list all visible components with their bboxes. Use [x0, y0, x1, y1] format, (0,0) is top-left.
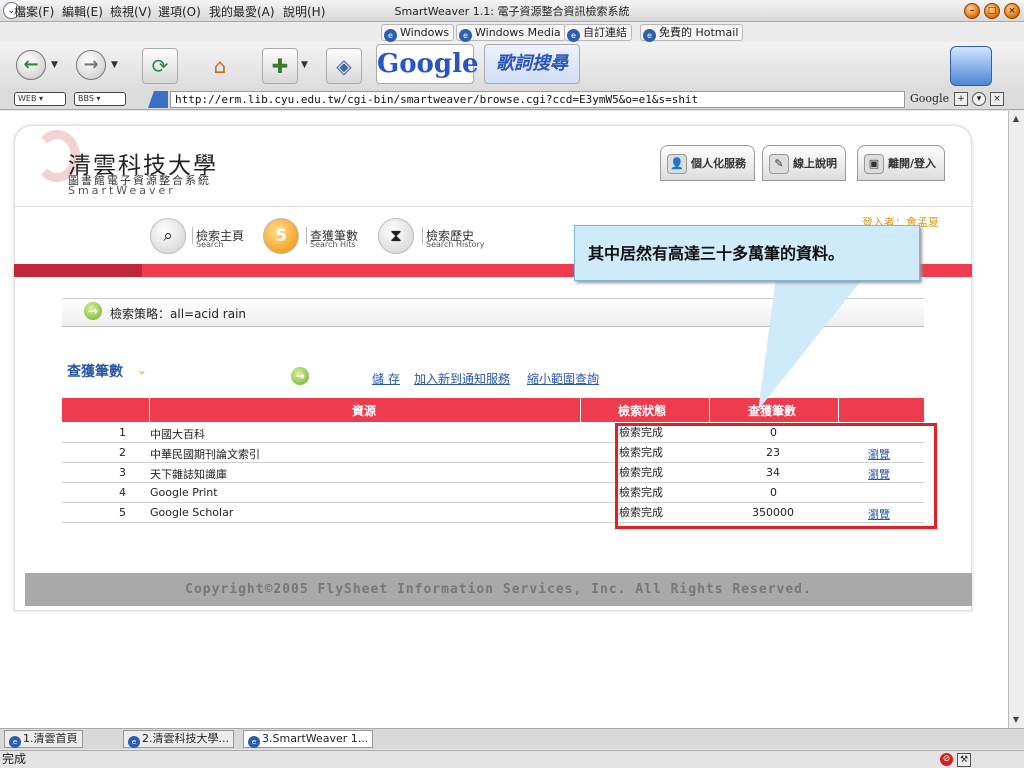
row-source: 中華民國期刊論文索引: [150, 448, 260, 461]
window-title: SmartWeaver 1.1: 電子資源整合資訊檢索系統: [394, 5, 630, 18]
col-hits: 查獲筆數: [748, 404, 797, 418]
header-divider: [149, 398, 150, 422]
arrow-right-icon: →: [84, 302, 102, 320]
search-icon[interactable]: ⌕: [150, 218, 186, 254]
ie-icon: e: [384, 29, 397, 42]
browser-logo-icon: [950, 46, 992, 86]
menu-help[interactable]: 說明(H): [283, 3, 325, 20]
tab-1[interactable]: e 1.清雲首頁: [4, 730, 83, 748]
home-button[interactable]: ⌂: [202, 48, 238, 84]
bookmark-custom-links[interactable]: e 自訂連結: [564, 24, 632, 42]
row-source: Google Print: [150, 486, 218, 499]
add-notification-link[interactable]: 加入新到通知服務: [414, 370, 510, 387]
hits-heading: 查獲筆數: [67, 364, 123, 380]
row-number: 5: [119, 506, 126, 519]
narrow-search-link[interactable]: 縮小範圍查詢: [527, 370, 599, 387]
row-number: 3: [119, 466, 126, 479]
close-button[interactable]: ×: [1004, 3, 1020, 19]
search-options-icon[interactable]: +: [954, 92, 968, 106]
row-source: 天下雜誌知識庫: [150, 468, 227, 481]
web-dropdown[interactable]: WEB ▾: [14, 92, 66, 106]
chevron-down-icon: ⌄: [137, 363, 148, 377]
lyrics-search-button[interactable]: 歌詞搜尋: [484, 44, 580, 84]
highlight-box: [615, 423, 937, 529]
row-source: 中國大百科: [150, 428, 205, 441]
col-source: 資源: [352, 404, 377, 418]
search-strategy-text: 檢索策略：all=acid rain: [110, 307, 247, 321]
forward-button[interactable]: →: [76, 50, 106, 80]
google-button[interactable]: Google: [376, 44, 479, 84]
bookmarks-button[interactable]: ✚: [262, 48, 298, 84]
hits-icon[interactable]: 5: [263, 218, 299, 254]
tab-3[interactable]: e 3.SmartWeaver 1...: [243, 730, 374, 748]
save-link[interactable]: 儲 存: [372, 370, 400, 387]
search-engine-label[interactable]: Google: [910, 92, 949, 105]
menu-file[interactable]: 檔案(F): [14, 3, 54, 20]
arrow-right-icon: →: [291, 367, 309, 385]
ie-icon: e: [567, 29, 580, 42]
forward-dropdown-icon[interactable]: ▼: [111, 60, 118, 70]
row-source: Google Scholar: [150, 506, 234, 519]
search-dropdown-icon[interactable]: ▾: [972, 92, 986, 106]
copyright-footer: Copyright©2005 FlySheet Information Serv…: [25, 573, 972, 606]
tools-icon[interactable]: ⚒: [957, 753, 971, 767]
url-input[interactable]: http://erm.lib.cyu.edu.tw/cgi-bin/smartw…: [170, 91, 905, 108]
online-help-tab[interactable]: ✎ 線上說明: [762, 145, 846, 181]
scroll-up-icon[interactable]: ▲: [1010, 113, 1022, 125]
bookmark-windows[interactable]: e Windows: [381, 24, 455, 42]
maximize-button[interactable]: □: [984, 3, 1000, 19]
table-header: 資源 檢索狀態 查獲筆數: [62, 398, 924, 422]
menu-options[interactable]: 選項(O): [158, 3, 201, 20]
row-number: 2: [119, 446, 126, 459]
nav-search-hits-sub: Search Hits: [310, 240, 356, 249]
history-icon[interactable]: ⧗: [378, 218, 414, 254]
status-text: 完成: [2, 752, 27, 766]
personalized-service-tab[interactable]: 👤 個人化服務: [660, 145, 755, 181]
reload-button[interactable]: ⟳: [142, 48, 178, 84]
callout-text: 其中居然有高達三十多萬筆的資料。: [588, 244, 845, 263]
nav-search-history-sub: Search History: [426, 240, 485, 249]
bookmarks-dropdown-icon[interactable]: ▼: [301, 60, 308, 70]
nav-divider: [14, 206, 972, 207]
red-divider-accent: [14, 264, 142, 277]
back-button[interactable]: ←: [16, 50, 46, 80]
site-brand: SmartWeaver: [68, 184, 176, 197]
header-divider: [838, 398, 839, 422]
ie-icon: e: [248, 736, 260, 748]
menu-view[interactable]: 檢視(V): [110, 3, 152, 20]
tab-2[interactable]: e 2.清雲科技大學...: [123, 730, 234, 748]
back-dropdown-icon[interactable]: ▼: [51, 60, 58, 70]
gift-icon: ▣: [864, 154, 884, 174]
menu-favorites[interactable]: 我的最愛(A): [209, 3, 275, 20]
bookmark-windows-media[interactable]: e Windows Media: [456, 24, 566, 42]
header-divider: [709, 398, 710, 422]
minimize-button[interactable]: –: [964, 3, 980, 19]
col-status: 檢索狀態: [618, 404, 667, 418]
logout-login-tab[interactable]: ▣ 離開/登入: [857, 145, 946, 181]
nav-search-home-sub: Search: [196, 240, 224, 249]
vertical-scrollbar[interactable]: [1008, 111, 1024, 728]
content-card: [14, 125, 972, 611]
row-number: 4: [119, 486, 126, 499]
ie-icon: e: [643, 29, 656, 42]
block-icon[interactable]: ⊘: [940, 753, 953, 766]
scroll-down-icon[interactable]: ▼: [1010, 714, 1022, 726]
ie-icon: e: [128, 736, 140, 748]
status-bar: 完成: [0, 750, 1024, 768]
notepad-icon: ✎: [769, 154, 789, 174]
ie-icon: e: [459, 29, 472, 42]
package-button[interactable]: ◈: [326, 48, 362, 84]
close-search-icon[interactable]: ×: [990, 92, 1004, 106]
bbs-dropdown[interactable]: BBS ▾: [74, 92, 126, 106]
ie-icon: e: [9, 736, 21, 748]
header-divider: [580, 398, 581, 422]
bookmark-hotmail[interactable]: e 免費的 Hotmail: [640, 24, 744, 42]
row-number: 1: [119, 426, 126, 439]
title-bar: SmartWeaver 1.1: 電子資源整合資訊檢索系統: [0, 0, 1024, 22]
user-icon: 👤: [667, 154, 687, 174]
menu-edit[interactable]: 編輯(E): [62, 3, 103, 20]
